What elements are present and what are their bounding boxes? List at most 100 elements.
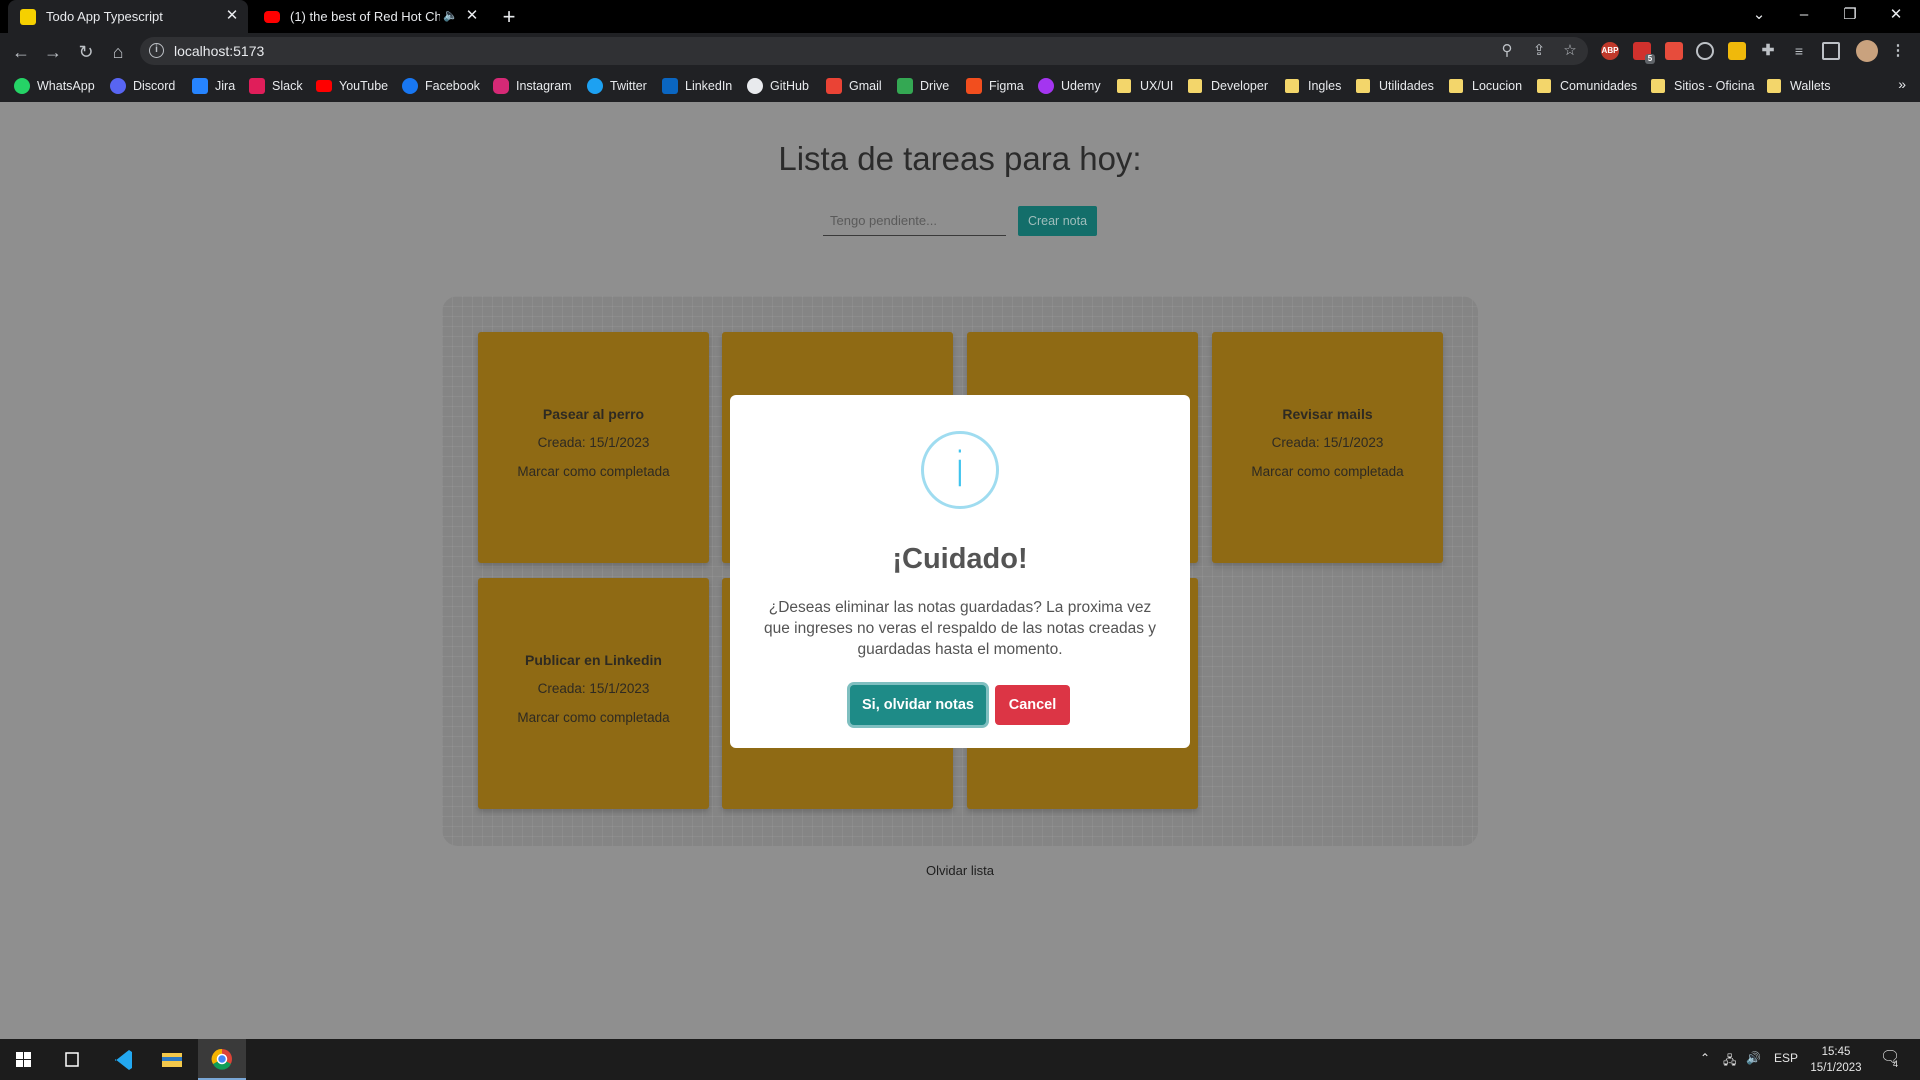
reload-icon[interactable]: ↻ — [73, 39, 99, 65]
bookmark-label: Sitios - Oficina — [1674, 79, 1755, 93]
folder-icon — [1537, 79, 1551, 93]
bookmark-youtube[interactable]: YouTube — [316, 77, 388, 95]
note-card: Revisar mails Creada: 15/1/2023 Marcar c… — [1212, 332, 1443, 563]
profile-avatar[interactable] — [1856, 40, 1878, 62]
new-tab-button[interactable]: + — [496, 4, 522, 30]
create-note-button[interactable]: Crear nota — [1018, 206, 1097, 236]
show-hidden-icons[interactable]: ⌃ — [1700, 1051, 1710, 1065]
bookmarks-bar: WhatsApp Discord Jira Slack YouTube Face… — [0, 70, 1920, 102]
browser-toolbar: ← → ↻ ⌂ i localhost:5173 ⚲ ⇪ ☆ ABP 5 ✚ ≡… — [0, 33, 1920, 70]
zoom-icon[interactable]: ⚲ — [1498, 42, 1516, 60]
bookmark-label: Twitter — [610, 79, 647, 93]
folder-icon — [1449, 79, 1463, 93]
bookmark-star-icon[interactable]: ☆ — [1561, 42, 1579, 60]
instagram-icon — [493, 78, 509, 94]
volume-icon[interactable]: 🔊 — [1746, 1051, 1761, 1065]
bookmark-folder-uxui[interactable]: UX/UI — [1117, 77, 1173, 95]
extension-wallet-icon[interactable] — [1728, 42, 1746, 60]
whatsapp-icon — [14, 78, 30, 94]
network-icon[interactable]: 🖧 — [1723, 1051, 1736, 1072]
mark-complete-link[interactable]: Marcar como completada — [478, 710, 709, 725]
mark-complete-link[interactable]: Marcar como completada — [1212, 464, 1443, 479]
bookmark-github[interactable]: GitHub — [747, 77, 809, 95]
task-view-button[interactable] — [48, 1039, 96, 1080]
bookmark-folder-comunidades[interactable]: Comunidades — [1537, 77, 1637, 95]
bookmarks-overflow-icon[interactable]: » — [1898, 76, 1906, 92]
bookmark-label: Facebook — [425, 79, 480, 93]
forget-list-link[interactable]: Olvidar lista — [0, 863, 1920, 878]
home-icon[interactable]: ⌂ — [105, 39, 131, 65]
cancel-button[interactable]: Cancel — [995, 685, 1070, 725]
address-bar[interactable]: i localhost:5173 ⚲ ⇪ ☆ — [140, 37, 1588, 65]
tab-title: Todo App Typescript — [46, 9, 163, 24]
language-indicator[interactable]: ESP — [1774, 1051, 1798, 1065]
clock-date: 15/1/2023 — [1810, 1062, 1862, 1074]
bookmark-label: Jira — [215, 79, 236, 93]
close-tab-icon[interactable]: ✕ — [224, 8, 240, 24]
media-controls-icon[interactable]: ≡ — [1790, 42, 1808, 60]
bookmark-gmail[interactable]: Gmail — [826, 77, 882, 95]
share-icon[interactable]: ⇪ — [1530, 42, 1548, 60]
folder-icon — [1117, 79, 1131, 93]
back-icon[interactable]: ← — [8, 39, 34, 65]
audio-icon[interactable]: 🔈 — [443, 8, 458, 22]
notifications-count: 4 — [1893, 1059, 1899, 1069]
bookmark-label: Gmail — [849, 79, 882, 93]
bookmark-facebook[interactable]: Facebook — [402, 77, 480, 95]
bookmark-folder-wallets[interactable]: Wallets — [1767, 77, 1831, 95]
bookmark-label: LinkedIn — [685, 79, 733, 93]
bookmark-label: Discord — [133, 79, 176, 93]
page-title: Lista de tareas para hoy: — [778, 140, 1142, 177]
bookmark-folder-locucion[interactable]: Locucion — [1449, 77, 1522, 95]
clock-time: 15:45 — [1821, 1046, 1851, 1058]
bookmark-folder-ingles[interactable]: Ingles — [1285, 77, 1341, 95]
bookmark-label: Wallets — [1790, 79, 1831, 93]
menu-kebab-icon[interactable]: ⋮ — [1889, 42, 1907, 60]
bookmark-whatsapp[interactable]: WhatsApp — [14, 77, 95, 95]
note-card: Pasear al perro Creada: 15/1/2023 Marcar… — [478, 332, 709, 563]
linkedin-icon — [662, 78, 678, 94]
taskbar-file-explorer[interactable] — [148, 1039, 196, 1080]
tab-search-icon[interactable]: ⌄ — [1736, 0, 1782, 30]
bookmark-linkedin[interactable]: LinkedIn — [662, 77, 732, 95]
bookmark-drive[interactable]: Drive — [897, 77, 949, 95]
bookmark-slack[interactable]: Slack — [249, 77, 303, 95]
confirm-forget-button[interactable]: Si, olvidar notas — [850, 685, 986, 725]
bookmark-instagram[interactable]: Instagram — [493, 77, 572, 95]
close-tab-icon[interactable]: ✕ — [464, 8, 480, 24]
restore-button[interactable]: ❐ — [1827, 0, 1873, 30]
bookmark-folder-utilidades[interactable]: Utilidades — [1356, 77, 1434, 95]
twitter-icon — [587, 78, 603, 94]
side-panel-icon[interactable] — [1822, 42, 1840, 60]
todo-icon — [20, 8, 36, 25]
tab-youtube[interactable]: (1) the best of Red Hot Chili P 🔈 ✕ — [252, 0, 488, 33]
windows-start-button[interactable] — [0, 1039, 48, 1080]
tab-todo-app[interactable]: Todo App Typescript ✕ — [8, 0, 248, 33]
udemy-icon — [1038, 78, 1054, 94]
extension-target-icon[interactable] — [1696, 42, 1714, 60]
extension-video-icon[interactable] — [1665, 42, 1683, 60]
bookmark-folder-developer[interactable]: Developer — [1188, 77, 1268, 95]
todo-input[interactable] — [823, 206, 1006, 236]
forward-icon[interactable]: → — [40, 39, 66, 65]
figma-icon — [966, 78, 982, 94]
bookmark-figma[interactable]: Figma — [966, 77, 1024, 95]
bookmark-udemy[interactable]: Udemy — [1038, 77, 1101, 95]
mark-complete-link[interactable]: Marcar como completada — [478, 464, 709, 479]
bookmark-label: WhatsApp — [37, 79, 95, 93]
bookmark-folder-sitios-oficina[interactable]: Sitios - Oficina — [1651, 77, 1755, 95]
bookmark-twitter[interactable]: Twitter — [587, 77, 647, 95]
minimize-button[interactable]: – — [1781, 0, 1827, 30]
confirm-dialog: i ¡Cuidado! ¿Deseas eliminar las notas g… — [730, 395, 1190, 748]
adblock-icon[interactable]: ABP — [1601, 42, 1619, 60]
bookmark-label: Comunidades — [1560, 79, 1638, 93]
taskbar-vscode[interactable] — [99, 1039, 147, 1080]
bookmark-jira[interactable]: Jira — [192, 77, 235, 95]
site-info-icon[interactable]: i — [149, 43, 164, 58]
taskbar-chrome[interactable] — [198, 1039, 246, 1080]
bookmark-discord[interactable]: Discord — [110, 77, 175, 95]
youtube-icon — [264, 10, 280, 23]
close-window-button[interactable]: ✕ — [1873, 0, 1919, 30]
clock[interactable]: 15:45 15/1/2023 — [1800, 1044, 1872, 1076]
extensions-puzzle-icon[interactable]: ✚ — [1759, 42, 1777, 60]
